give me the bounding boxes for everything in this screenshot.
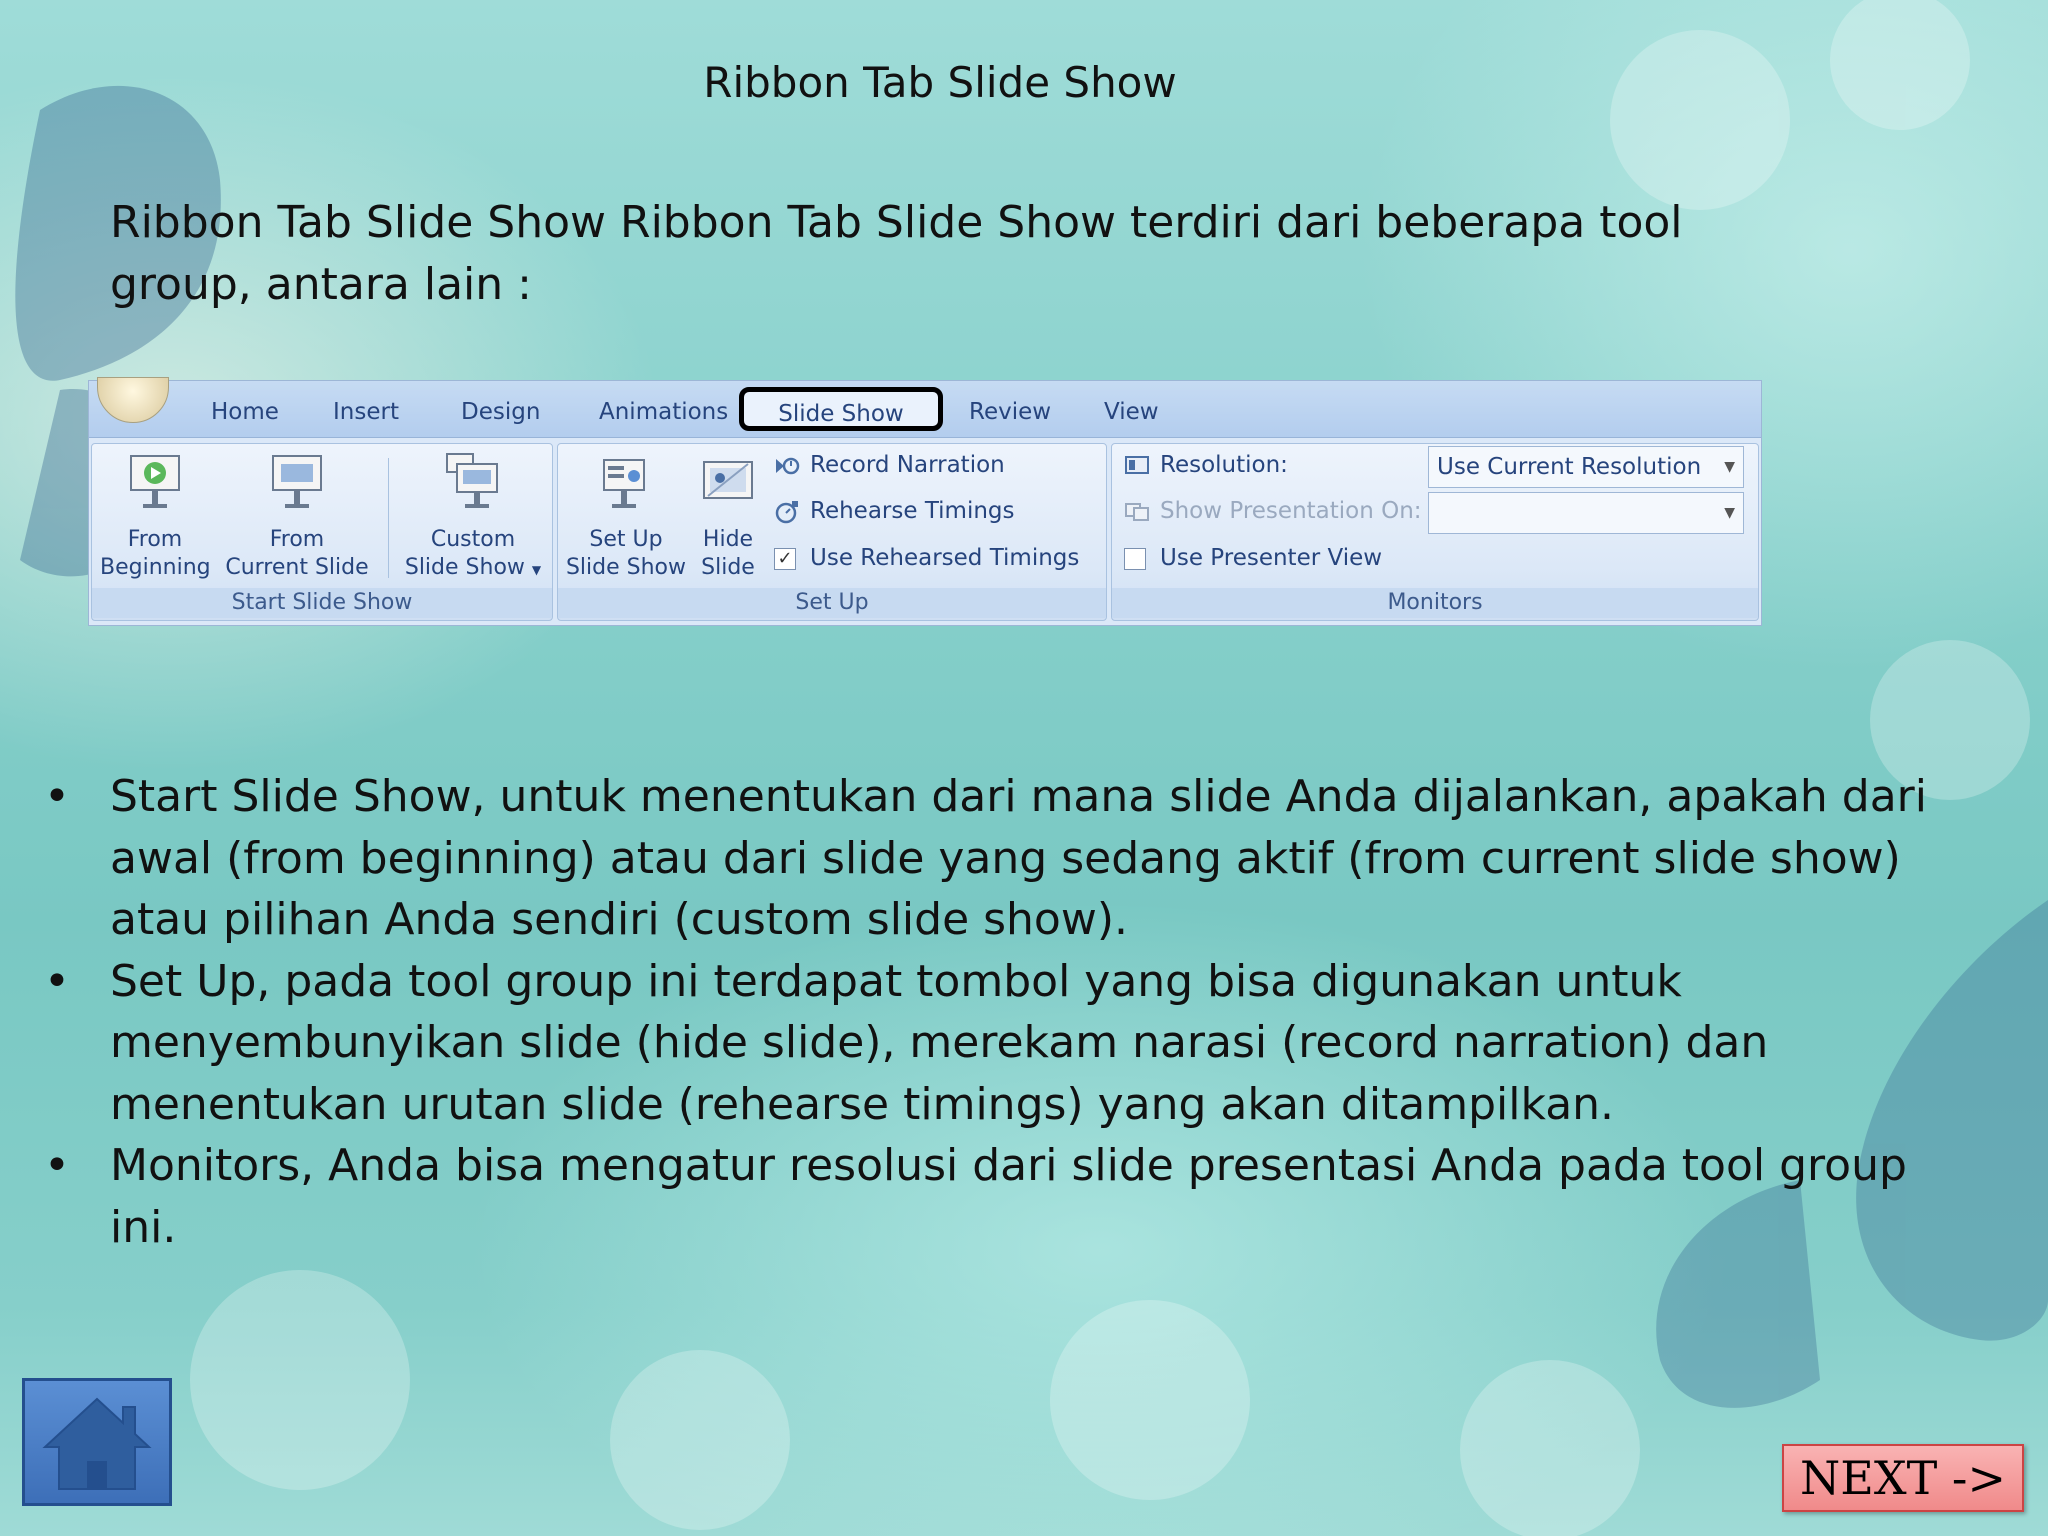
projector-play-icon <box>130 455 180 508</box>
record-narration-button[interactable]: Record Narration <box>774 448 1005 482</box>
checkbox-empty[interactable] <box>1124 547 1146 570</box>
from-current-label-2: Current Slide <box>225 555 369 580</box>
office-button[interactable] <box>97 377 169 423</box>
group-divider <box>388 458 389 578</box>
check-icon[interactable]: ✓ <box>774 547 796 570</box>
bullet-list: • Start Slide Show, untuk menentukan dar… <box>40 766 1940 1258</box>
next-button[interactable]: NEXT -> <box>1782 1444 2024 1512</box>
chevron-down-icon: ▼ <box>1724 459 1735 475</box>
from-beginning-label-1: From <box>127 527 183 552</box>
hide-label-2: Slide <box>701 555 755 580</box>
resolution-value: Use Current Resolution <box>1437 454 1702 480</box>
tab-home[interactable]: Home <box>211 399 279 425</box>
tab-review[interactable]: Review <box>969 399 1051 425</box>
slide-title: Ribbon Tab Slide Show <box>703 58 1177 107</box>
use-presenter-view-checkbox[interactable]: Use Presenter View <box>1124 541 1382 575</box>
rehearse-timings-label: Rehearse Timings <box>810 498 1015 524</box>
chevron-down-icon: ▼ <box>1724 505 1735 521</box>
custom-label-1: Custom <box>430 527 516 552</box>
hide-slide-icon <box>703 461 753 499</box>
projector-icon <box>272 455 322 508</box>
group-set-up: Set Up Slide Show Hide Slide Record Narr… <box>557 443 1107 621</box>
ribbon-tabbar: Home Insert Design Animations Slide Show… <box>89 377 1761 438</box>
bullet-text: Start Slide Show, untuk menentukan dari … <box>110 771 1927 945</box>
bullet-item: • Start Slide Show, untuk menentukan dar… <box>40 766 1940 951</box>
tab-animations[interactable]: Animations <box>599 399 728 425</box>
bullet-item: • Set Up, pada tool group ini terdapat t… <box>40 951 1940 1136</box>
bullet-dot: • <box>44 771 70 822</box>
dual-monitor-icon <box>1125 502 1149 521</box>
hide-slide-button[interactable]: Hide Slide <box>692 452 764 582</box>
bullet-text: Monitors, Anda bisa mengatur resolusi da… <box>110 1140 1907 1253</box>
record-narration-label: Record Narration <box>810 452 1005 478</box>
use-rehearsed-timings-checkbox[interactable]: ✓ Use Rehearsed Timings <box>774 541 1079 575</box>
custom-slide-show-button[interactable]: Custom Slide Show ▼ <box>398 452 548 584</box>
presenter-view-label: Use Presenter View <box>1160 545 1383 571</box>
from-beginning-button[interactable]: From Beginning <box>100 452 211 582</box>
hide-label-1: Hide <box>702 527 754 552</box>
set-up-slide-show-button[interactable]: Set Up Slide Show <box>564 452 688 582</box>
show-presentation-on-row: Show Presentation On: <box>1124 494 1422 528</box>
tab-slide-show[interactable]: Slide Show <box>739 387 943 431</box>
custom-label-2: Slide Show ▼ <box>404 555 542 580</box>
show-presentation-on-dropdown[interactable]: ▼ <box>1428 492 1744 534</box>
set-up-label-2: Slide Show <box>565 555 687 580</box>
group-label-start: Start Slide Show <box>92 588 552 618</box>
ribbon-screenshot: Home Insert Design Animations Slide Show… <box>88 377 1762 626</box>
from-beginning-label-2: Beginning <box>100 555 211 580</box>
group-start-slide-show: From Beginning From Current Slide Custom <box>91 443 553 621</box>
record-narration-icon <box>776 457 800 474</box>
from-current-slide-button[interactable]: From Current Slide <box>222 452 372 582</box>
bullet-dot: • <box>44 1140 70 1191</box>
bullet-dot: • <box>44 955 70 1007</box>
resolution-dropdown[interactable]: Use Current Resolution ▼ <box>1428 446 1744 488</box>
tab-design[interactable]: Design <box>461 399 540 425</box>
tab-view[interactable]: View <box>1104 399 1159 425</box>
rehearse-timings-icon <box>775 500 798 523</box>
resolution-label-row: Resolution: <box>1124 448 1288 482</box>
bullet-item: • Monitors, Anda bisa mengatur resolusi … <box>40 1135 1940 1258</box>
chevron-down-icon: ▼ <box>531 563 542 577</box>
show-presentation-on-label: Show Presentation On: <box>1160 498 1422 524</box>
monitor-icon <box>1125 455 1149 474</box>
tab-insert[interactable]: Insert <box>333 399 399 425</box>
from-current-label-1: From <box>269 527 325 552</box>
group-label-monitors: Monitors <box>1112 588 1758 618</box>
use-rehearsed-label: Use Rehearsed Timings <box>810 545 1080 571</box>
custom-slides-icon <box>446 453 498 508</box>
intro-text: Ribbon Tab Slide Show Ribbon Tab Slide S… <box>110 197 1683 310</box>
rehearse-timings-button[interactable]: Rehearse Timings <box>774 494 1015 528</box>
setup-slideshow-icon <box>603 459 645 508</box>
group-label-setup: Set Up <box>558 588 1106 618</box>
home-button[interactable] <box>22 1378 172 1506</box>
bullet-text: Set Up, pada tool group ini terdapat tom… <box>110 955 1769 1130</box>
group-monitors: Resolution: Use Current Resolution ▼ Sho… <box>1111 443 1759 621</box>
home-icon <box>42 1397 152 1490</box>
resolution-label: Resolution: <box>1160 452 1288 478</box>
set-up-label-1: Set Up <box>589 527 663 552</box>
